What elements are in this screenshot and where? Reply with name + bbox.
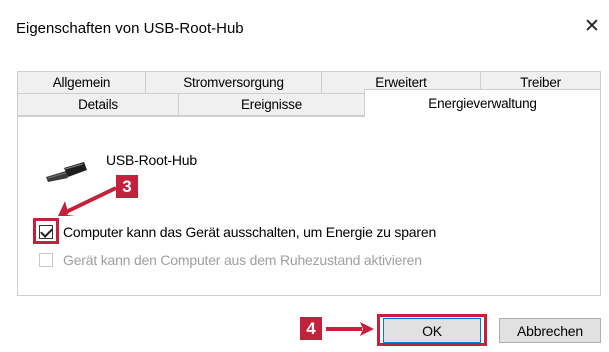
step-4-arrow — [326, 322, 374, 336]
tab-allgemein[interactable]: Allgemein — [17, 71, 146, 94]
properties-dialog: Eigenschaften von USB-Root-Hub ✕ Allgeme… — [0, 0, 609, 352]
step-3-badge: 3 — [116, 175, 138, 198]
checkbox-highlight — [33, 218, 59, 244]
option-allow-wake-row: Gerät kann den Computer aus dem Ruhezust… — [39, 252, 422, 268]
step-3-arrow — [58, 186, 117, 216]
usb-plug-icon — [44, 158, 88, 182]
tab-stromversorgung[interactable]: Stromversorgung — [145, 71, 322, 94]
allow-wake-checkbox — [39, 253, 53, 267]
tab-energieverwaltung[interactable]: Energieverwaltung — [364, 89, 601, 117]
device-name: USB-Root-Hub — [106, 152, 197, 168]
window-title: Eigenschaften von USB-Root-Hub — [16, 20, 244, 37]
allow-off-label: Computer kann das Gerät ausschalten, um … — [63, 224, 437, 240]
step-4-badge: 4 — [300, 317, 322, 340]
close-icon[interactable]: ✕ — [580, 14, 604, 38]
allow-wake-label: Gerät kann den Computer aus dem Ruhezust… — [63, 252, 422, 268]
ok-highlight — [377, 314, 487, 346]
tab-details[interactable]: Details — [17, 93, 179, 116]
option-allow-off-row[interactable]: Computer kann das Gerät ausschalten, um … — [39, 224, 436, 240]
cancel-button[interactable]: Abbrechen — [499, 318, 601, 343]
tab-ereignisse[interactable]: Ereignisse — [178, 93, 365, 116]
